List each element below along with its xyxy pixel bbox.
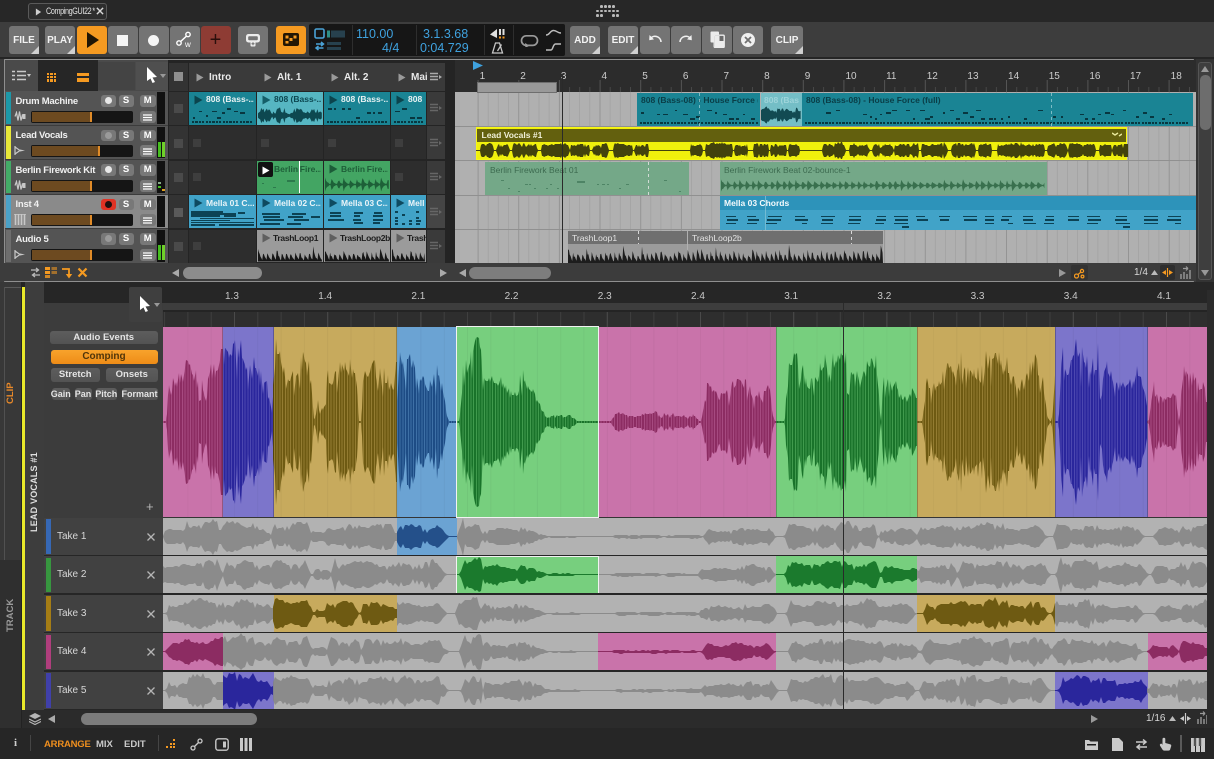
svg-text:w: w	[184, 40, 191, 48]
